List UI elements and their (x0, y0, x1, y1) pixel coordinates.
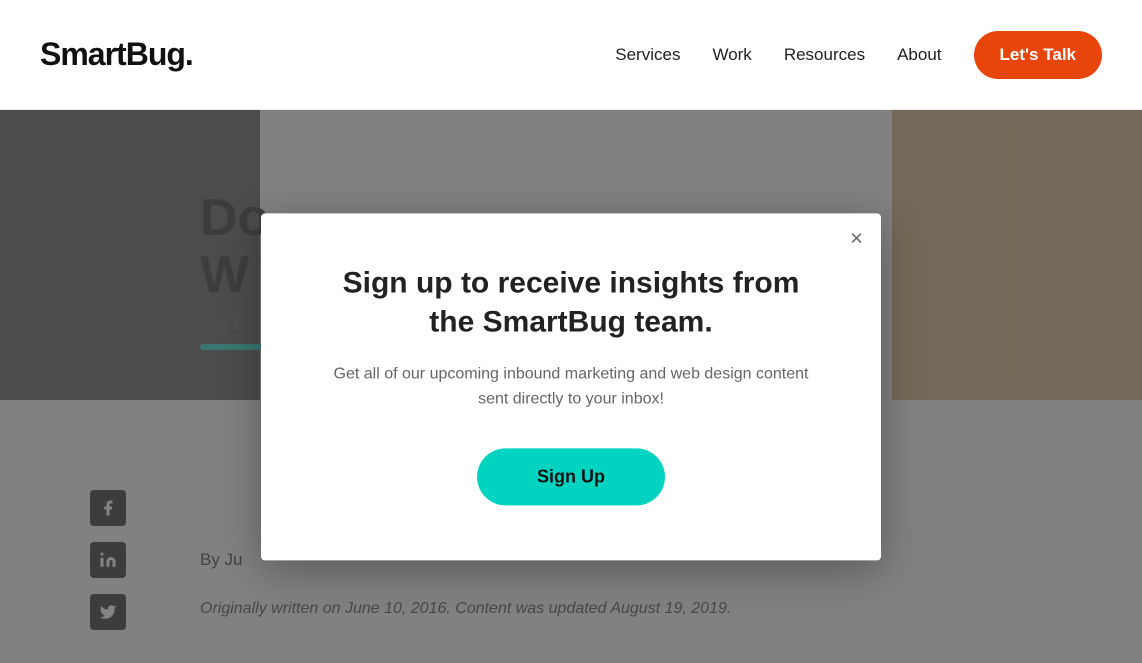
nav-services[interactable]: Services (615, 45, 680, 65)
page-background: Do W Aug 1 By Ju Originally written on J… (0, 110, 1142, 663)
nav-about[interactable]: About (897, 45, 941, 65)
modal-close-button[interactable]: × (850, 227, 863, 249)
logo: SmartBug. (40, 36, 193, 73)
header: SmartBug. Services Work Resources About … (0, 0, 1142, 110)
modal-subtitle: Get all of our upcoming inbound marketin… (321, 361, 821, 412)
main-nav: Services Work Resources About Let's Talk (615, 31, 1102, 79)
modal-title: Sign up to receive insights from the Sma… (321, 263, 821, 341)
nav-work[interactable]: Work (712, 45, 751, 65)
nav-cta-button[interactable]: Let's Talk (974, 31, 1102, 79)
nav-resources[interactable]: Resources (784, 45, 865, 65)
signup-modal: × Sign up to receive insights from the S… (261, 213, 881, 560)
signup-button[interactable]: Sign Up (477, 448, 665, 505)
